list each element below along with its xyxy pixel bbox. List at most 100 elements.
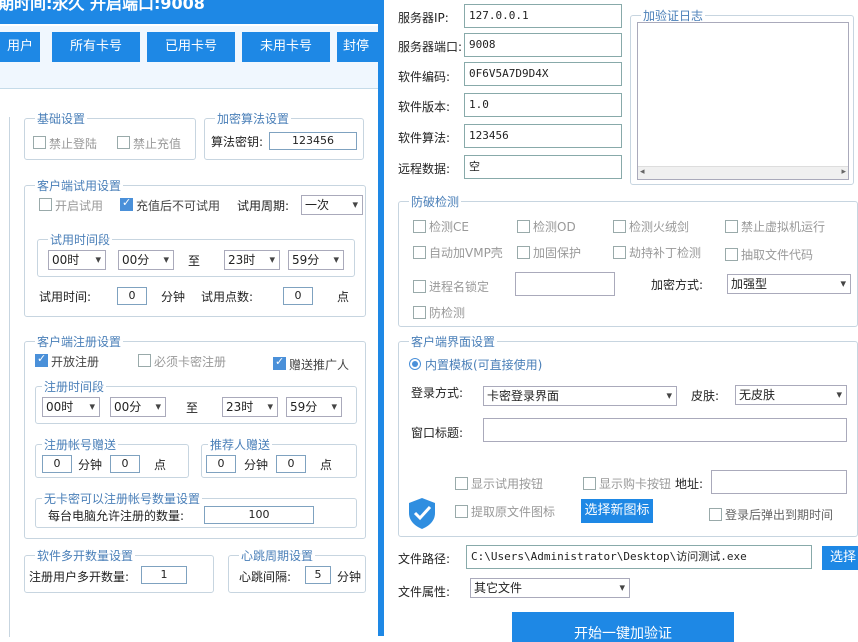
no-trial-after-recharge-label: 充值后不可试用 [136, 199, 221, 213]
detect-ce-checkbox[interactable] [413, 220, 426, 233]
no-card-register-group: 无卡密可以注册帐号数量设置 每台电脑允许注册的数量: 100 [35, 490, 357, 528]
algo-settings-group: 加密算法设置 算法密钥: 123456 [204, 110, 364, 160]
file-path-input[interactable]: C:\Users\Administrator\Desktop\访问测试.exe [466, 545, 812, 569]
referrer-gift-minutes-input[interactable]: 0 [206, 455, 236, 473]
browse-file-button[interactable]: 选择 [822, 546, 858, 570]
detect-huorong-label: 检测火绒剑 [629, 220, 690, 234]
hijack-patch-checkbox[interactable] [613, 246, 626, 259]
server-port-input[interactable]: 9008 [464, 33, 622, 57]
nav-all-cards-button[interactable]: 所有卡号 [52, 32, 140, 62]
show-trial-button-checkbox[interactable] [455, 477, 468, 490]
scroll-right-icon[interactable]: ▸ [841, 167, 846, 177]
scroll-left-icon[interactable]: ◂ [640, 167, 645, 177]
address-label: 地址: [675, 477, 704, 491]
referrer-gift-points-input[interactable]: 0 [276, 455, 306, 473]
show-buy-button-checkbox[interactable] [583, 477, 596, 490]
heartbeat-title: 心跳周期设置 [239, 547, 316, 564]
builtin-template-radio[interactable] [409, 358, 421, 370]
account-gift-points-input[interactable]: 0 [110, 455, 140, 473]
register-end-hour-select[interactable]: 23时 [222, 397, 278, 417]
software-algo-input[interactable]: 123456 [464, 124, 622, 148]
extract-icon-checkbox[interactable] [455, 505, 468, 518]
show-trial-button-label: 显示试用按钮 [471, 477, 544, 491]
multi-open-group: 软件多开数量设置 注册用户多开数量: 1 [24, 547, 214, 593]
trial-end-minute-select[interactable]: 59分 [288, 250, 344, 270]
account-gift-points-unit: 点 [154, 458, 167, 472]
extract-code-checkbox[interactable] [725, 248, 738, 261]
per-pc-input[interactable]: 100 [204, 506, 314, 524]
ban-recharge-label: 禁止充值 [133, 137, 182, 151]
software-code-input[interactable]: 0F6V5A7D9D4X [464, 62, 622, 86]
start-verify-button[interactable]: 开始一键加验证 [512, 612, 734, 642]
window-title-input[interactable] [483, 418, 847, 442]
anti-crack-title: 防破检测 [409, 193, 462, 210]
nav-ban-button[interactable]: 封停 [337, 32, 378, 62]
nav-unused-cards-button[interactable]: 未用卡号 [242, 32, 330, 62]
file-attr-select[interactable]: 其它文件 [470, 578, 630, 598]
trial-enable-checkbox[interactable] [39, 198, 52, 211]
log-textarea[interactable]: ◂ ▸ [637, 22, 849, 180]
gift-promoter-checkbox[interactable] [273, 355, 286, 370]
ban-vm-label: 禁止虚拟机运行 [741, 220, 826, 234]
encryption-select[interactable]: 加强型 [727, 274, 851, 294]
trial-start-hour-select[interactable]: 00时 [48, 250, 106, 270]
detect-ce-label: 检测CE [429, 220, 469, 234]
trial-time-input[interactable]: 0 [117, 287, 147, 305]
trial-points-input[interactable]: 0 [283, 287, 313, 305]
address-input[interactable] [711, 470, 847, 494]
ban-login-checkbox[interactable] [33, 136, 46, 149]
anti-detect-checkbox[interactable] [413, 306, 426, 319]
register-start-hour-select[interactable]: 00时 [42, 397, 100, 417]
trial-start-minute-select[interactable]: 00分 [118, 250, 174, 270]
basic-settings-group: 基础设置 禁止登陆 禁止充值 [24, 110, 196, 160]
ban-login-label: 禁止登陆 [49, 137, 98, 151]
skin-select[interactable]: 无皮肤 [735, 385, 847, 405]
algo-key-input[interactable]: 123456 [269, 132, 357, 150]
basic-settings-title: 基础设置 [35, 110, 88, 127]
popup-expire-checkbox[interactable] [709, 508, 722, 521]
no-card-register-title: 无卡密可以注册帐号数量设置 [42, 490, 203, 507]
trial-to-label: 至 [188, 254, 201, 268]
trial-end-hour-select[interactable]: 23时 [224, 250, 280, 270]
no-trial-after-recharge-checkbox[interactable] [120, 196, 133, 211]
detect-huorong-checkbox[interactable] [613, 220, 626, 233]
ban-vm-checkbox[interactable] [725, 220, 738, 233]
trial-enable-label: 开启试用 [55, 199, 104, 213]
referrer-gift-group: 推荐人赠送 0 分钟 0 点 [201, 436, 357, 478]
referrer-gift-title: 推荐人赠送 [208, 436, 273, 453]
ban-recharge-checkbox[interactable] [117, 136, 130, 149]
software-version-input[interactable]: 1.0 [464, 93, 622, 117]
referrer-gift-minutes-unit: 分钟 [244, 458, 269, 472]
server-ip-input[interactable]: 127.0.0.1 [464, 4, 622, 28]
process-lock-input[interactable] [515, 272, 615, 296]
auto-vmp-checkbox[interactable] [413, 246, 426, 259]
require-card-checkbox[interactable] [138, 354, 151, 367]
detect-od-checkbox[interactable] [517, 220, 530, 233]
process-lock-checkbox[interactable] [413, 280, 426, 293]
nav-user-button[interactable]: 用户 [0, 32, 40, 62]
window-title-label: 窗口标题: [411, 426, 464, 440]
select-icon-button[interactable]: 选择新图标 [581, 499, 653, 523]
log-horizontal-scrollbar[interactable]: ◂ ▸ [638, 166, 848, 179]
heartbeat-group: 心跳周期设置 心跳间隔: 5 分钟 [228, 547, 366, 593]
register-end-minute-select[interactable]: 59分 [286, 397, 342, 417]
nav-used-cards-button[interactable]: 已用卡号 [147, 32, 235, 62]
heartbeat-label: 心跳间隔: [239, 570, 292, 584]
require-card-label: 必须卡密注册 [154, 355, 227, 369]
client-ui-title: 客户端界面设置 [409, 333, 498, 350]
account-gift-minutes-input[interactable]: 0 [42, 455, 72, 473]
multi-open-input[interactable]: 1 [141, 566, 187, 584]
login-method-select[interactable]: 卡密登录界面 [483, 386, 677, 406]
right-panel: 服务器IP: 127.0.0.1 服务器端口: 9008 软件编码: 0F6V5… [384, 0, 858, 642]
anti-crack-group: 防破检测 检测CE 检测OD 检测火绒剑 禁止虚拟机运行 自动加VMP壳 加固保… [398, 193, 858, 327]
remote-data-input[interactable]: 空 [464, 155, 622, 179]
register-enable-checkbox[interactable] [35, 352, 48, 367]
register-settings-group: 客户端注册设置 开放注册 必须卡密注册 赠送推广人 注册时间段 00时 00分 … [24, 333, 366, 539]
trial-period-select[interactable]: 一次 [301, 195, 363, 215]
left-edge [0, 117, 10, 637]
reinforce-checkbox[interactable] [517, 246, 530, 259]
shield-icon [405, 496, 439, 530]
register-start-minute-select[interactable]: 00分 [110, 397, 166, 417]
extract-code-label: 抽取文件代码 [741, 248, 814, 262]
heartbeat-input[interactable]: 5 [305, 566, 331, 584]
